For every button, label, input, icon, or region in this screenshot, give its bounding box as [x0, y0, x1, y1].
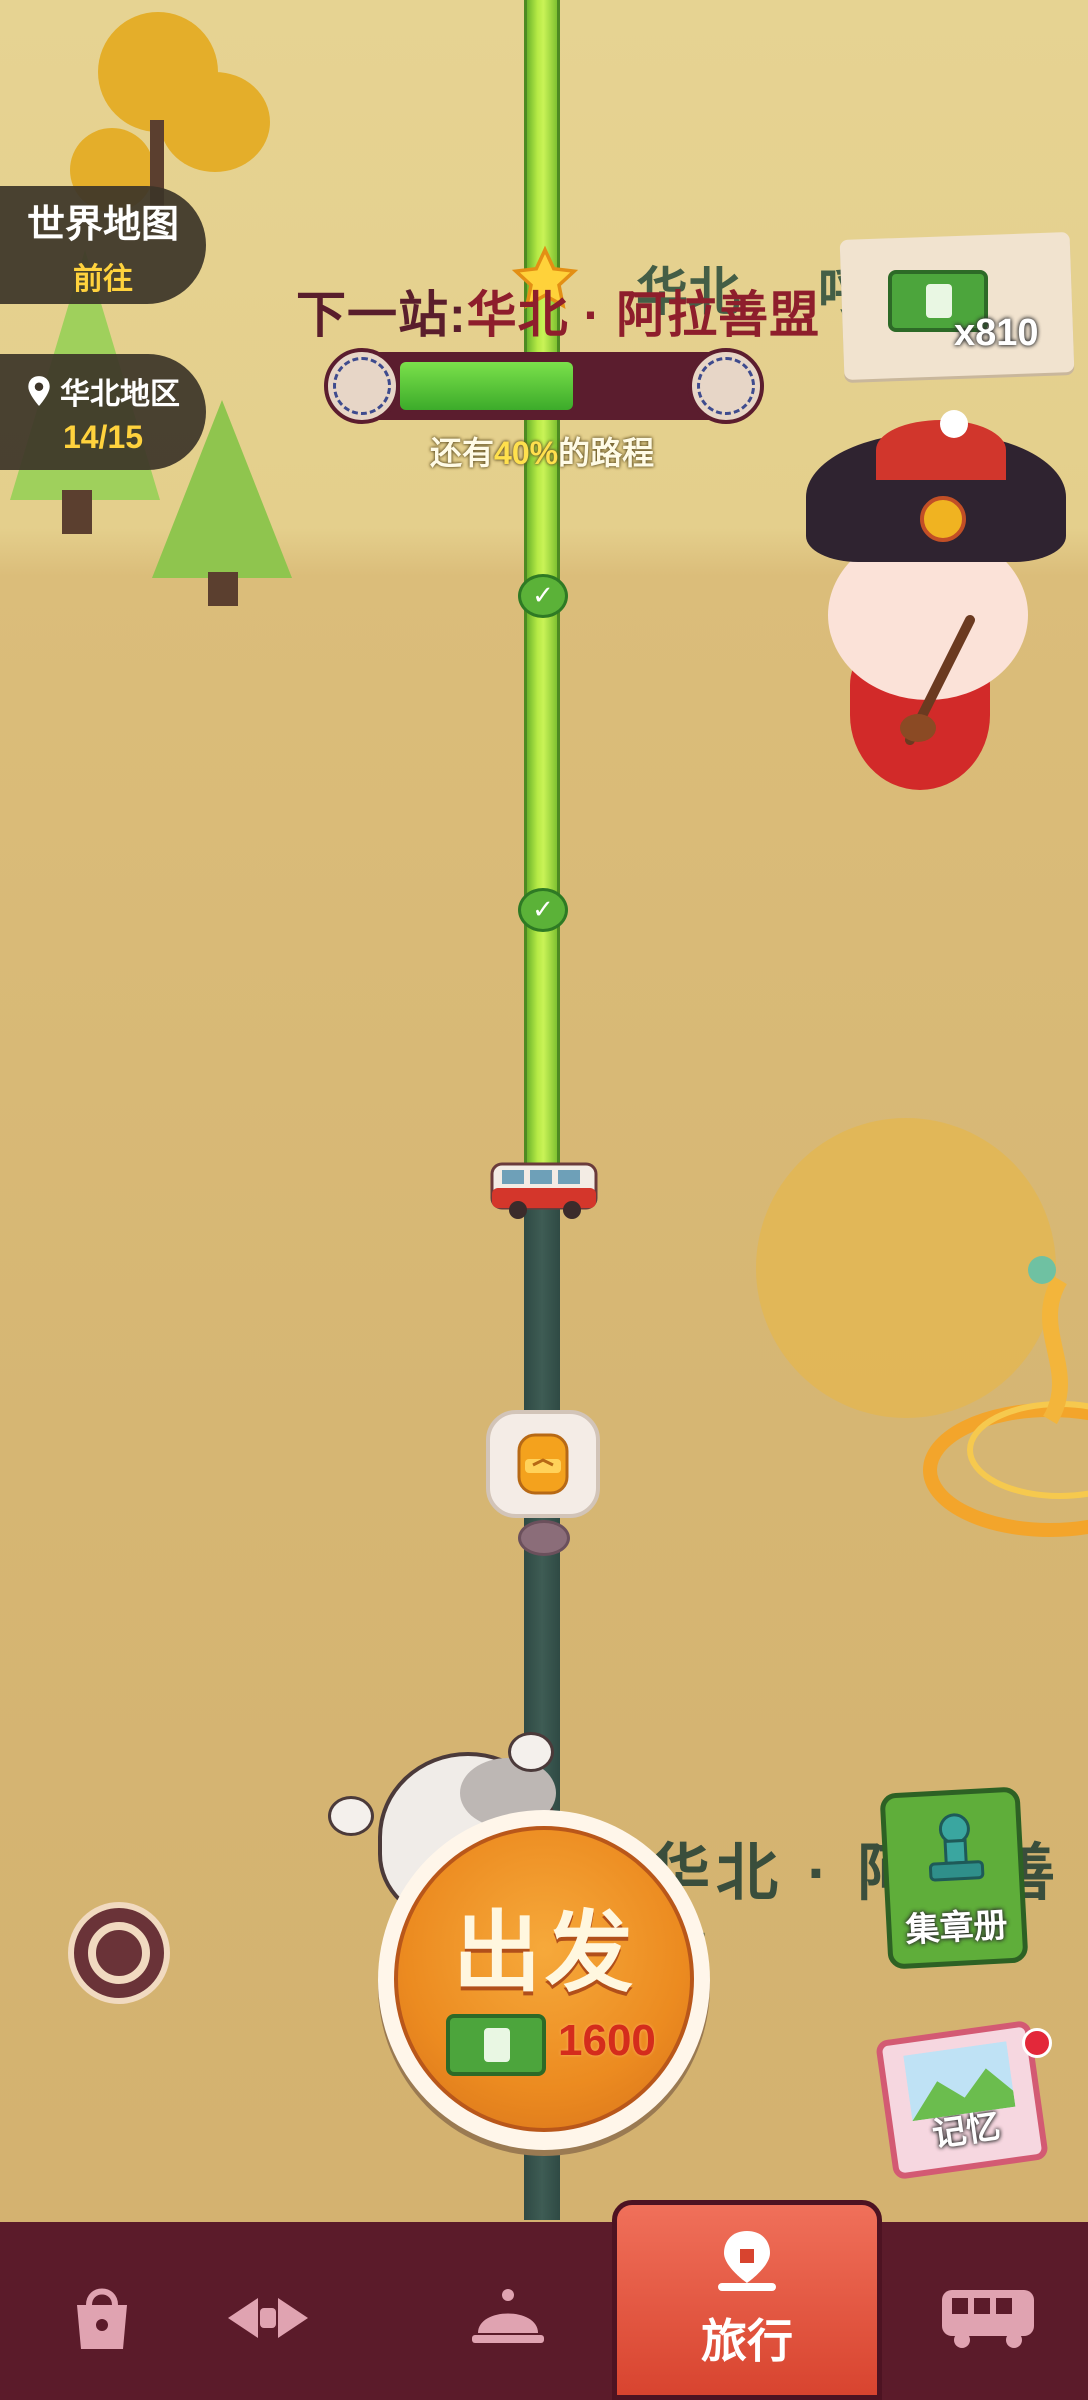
- checkpoint-done: ✓: [518, 574, 568, 618]
- tree-trunk: [62, 490, 92, 534]
- game-map[interactable]: ✓ ✓ 华北 呼 华北 · 阿拉善盟 世界地图 前往: [0, 0, 1088, 2400]
- region-progress: 14/15: [62, 418, 144, 455]
- instrument-icon: [900, 615, 975, 745]
- cat-paw: [508, 1732, 554, 1772]
- tab-travel[interactable]: 旅行: [612, 2200, 882, 2400]
- tab-service[interactable]: [408, 2236, 608, 2400]
- cash-icon: [446, 2014, 546, 2076]
- remaining-suffix: 的路程: [558, 435, 655, 471]
- bus-icon: [942, 2290, 1034, 2348]
- bell-icon: [472, 2289, 544, 2343]
- bus-vehicle: [490, 1162, 598, 1219]
- world-map-button[interactable]: 世界地图 前往: [0, 186, 206, 304]
- route-node: [518, 1520, 570, 1556]
- depart-button-label: 出发: [452, 1903, 637, 2002]
- photo-icon: [903, 2041, 1016, 2122]
- notification-dot: [1022, 2028, 1052, 2058]
- cat-paw: [328, 1796, 374, 1836]
- locate-button[interactable]: [68, 1902, 170, 2004]
- world-map-action: 前往: [73, 262, 133, 296]
- depart-cost: 1600: [558, 2016, 656, 2065]
- next-stop-title: 下一站:华北 · 阿拉善盟: [296, 275, 820, 347]
- tree-canopy: [160, 72, 270, 172]
- location-pin-icon: [28, 375, 50, 406]
- remaining-prefix: 还有: [430, 435, 495, 471]
- cash-count: x810: [954, 312, 1039, 354]
- end-seal-icon: [688, 348, 764, 424]
- honey-jar-icon: [517, 1433, 569, 1495]
- region-button[interactable]: 华北地区 14/15: [0, 354, 206, 470]
- route-progress-bar: [324, 348, 764, 424]
- golden-swirl-decoration: [923, 1256, 1088, 1537]
- bow-icon: [228, 2298, 308, 2338]
- remaining-percent: 40%: [494, 435, 559, 471]
- next-stop-prefix: 下一站:: [296, 287, 467, 343]
- start-seal-icon: [324, 348, 400, 424]
- tab-travel-label: 旅行: [701, 2315, 793, 2367]
- tab-bows[interactable]: [168, 2236, 368, 2400]
- reward-item-bubble[interactable]: [486, 1410, 600, 1518]
- checkpoint-done: ✓: [518, 888, 568, 932]
- map-pin-icon: [718, 2231, 776, 2291]
- hat-pompom: [940, 410, 968, 438]
- route-progress-fill: [400, 362, 573, 410]
- stamp-book-label: 集章册: [904, 1906, 1009, 1950]
- stamp-icon: [928, 1813, 985, 1882]
- remaining-distance-text: 还有40%的路程: [430, 428, 654, 474]
- next-stop-destination: 华北 · 阿拉善盟: [466, 287, 821, 343]
- world-map-title: 世界地图: [26, 203, 179, 246]
- region-name: 华北地区: [60, 377, 180, 411]
- stamp-book-button[interactable]: 集章册: [879, 1786, 1029, 1970]
- tree-trunk: [208, 572, 238, 606]
- hat-ornament: [920, 496, 966, 542]
- bag-icon: [77, 2288, 127, 2349]
- tab-bus[interactable]: [888, 2236, 1088, 2400]
